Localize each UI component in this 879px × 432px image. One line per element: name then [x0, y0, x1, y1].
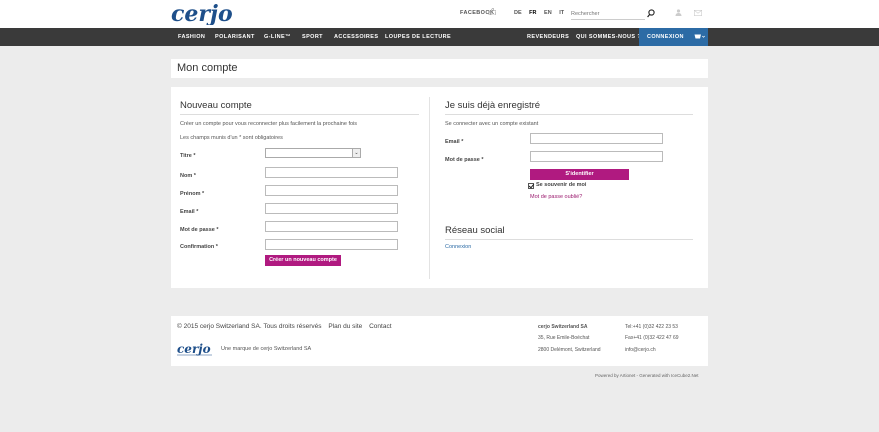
- basket-icon: [694, 34, 705, 39]
- search-icon[interactable]: [647, 9, 655, 18]
- password-label: Mot de passe *: [180, 227, 219, 233]
- svg-text:cerjo: cerjo: [171, 3, 233, 25]
- cart-button[interactable]: [690, 28, 708, 46]
- remember-label[interactable]: Se souvenir de moi: [536, 182, 586, 188]
- nom-field[interactable]: [265, 167, 398, 178]
- company-fax: Fax+41 (0)32 422 47 69: [625, 335, 679, 341]
- social-connexion-link[interactable]: Connexion: [445, 244, 471, 250]
- nav-g-line[interactable]: G-LINE™: [264, 28, 291, 46]
- password-field[interactable]: [265, 221, 398, 232]
- user-icon[interactable]: [675, 9, 682, 16]
- thumbs-up-icon[interactable]: [488, 8, 496, 15]
- register-rule: [180, 114, 419, 115]
- account-panel: Nouveau compte Créer un compte pour vous…: [171, 87, 708, 288]
- footer: © 2015 cerjo Switzerland SA. Tous droits…: [171, 316, 708, 366]
- contact-link[interactable]: Contact: [369, 323, 391, 330]
- confirm-label: Confirmation *: [180, 244, 218, 250]
- social-title: Réseau social: [445, 225, 505, 236]
- company-city: 2800 Delémont, Switzerland: [538, 347, 601, 353]
- nom-label: Nom *: [180, 173, 196, 179]
- login-rule: [445, 114, 693, 115]
- company-email-link[interactable]: info@cerjo.ch: [625, 347, 656, 353]
- required-note: Les champs munis d'un * sont obligatoire…: [180, 135, 283, 141]
- brand-line: Une marque de cerjo Switzerland SA: [221, 346, 312, 352]
- nav-sport[interactable]: SPORT: [302, 28, 323, 46]
- mail-icon[interactable]: [694, 10, 702, 16]
- nav-fashion[interactable]: FASHION: [178, 28, 205, 46]
- titre-label: Titre *: [180, 153, 196, 159]
- lang-fr[interactable]: FR: [529, 10, 536, 16]
- nav-revendeurs[interactable]: REVENDEURS: [527, 28, 569, 46]
- prenom-field[interactable]: [265, 185, 398, 196]
- confirm-field[interactable]: [265, 239, 398, 250]
- login-password-label: Mot de passe *: [445, 157, 484, 163]
- login-intro: Se connecter avec un compte existant: [445, 121, 539, 127]
- email-label: Email *: [180, 209, 199, 215]
- company-street: 35, Rue Emile-Boéchat: [538, 335, 590, 341]
- nav-loupes-de-lecture[interactable]: LOUPES DE LECTURE: [385, 28, 451, 46]
- remember-checkbox[interactable]: [528, 183, 534, 189]
- page-title-box: Mon compte: [171, 59, 708, 78]
- login-password-field[interactable]: [530, 151, 663, 162]
- main-nav: FASHION POLARISANT G-LINE™ SPORT ACCESSO…: [0, 28, 879, 46]
- company-name: cerjo Switzerland SA: [538, 324, 588, 330]
- prenom-label: Prénom *: [180, 191, 205, 197]
- search-input[interactable]: [571, 8, 645, 20]
- register-title: Nouveau compte: [180, 100, 252, 111]
- login-button[interactable]: S'identifier: [530, 169, 629, 180]
- nav-accessoires[interactable]: ACCESSOIRES: [334, 28, 378, 46]
- titre-select[interactable]: ⌄: [265, 148, 361, 158]
- top-bar: cerjo FACEBOOK DE FR EN IT: [0, 0, 879, 28]
- footer-links: © 2015 cerjo Switzerland SA. Tous droits…: [177, 323, 397, 330]
- nav-polarisant[interactable]: POLARISANT: [215, 28, 255, 46]
- sitemap-link[interactable]: Plan du site: [328, 323, 362, 330]
- column-divider: [429, 97, 430, 279]
- language-switcher: DE FR EN IT: [514, 10, 570, 16]
- login-title: Je suis déjà enregistré: [445, 100, 541, 111]
- copyright-text: © 2015 cerjo Switzerland SA. Tous droits…: [177, 323, 322, 330]
- lang-it[interactable]: IT: [559, 10, 564, 16]
- chevron-down-icon: ⌄: [352, 149, 360, 157]
- nav-connexion-button[interactable]: CONNEXION: [639, 28, 692, 46]
- email-field[interactable]: [265, 203, 398, 214]
- create-account-button[interactable]: Créer un nouveau compte: [265, 255, 341, 266]
- login-email-label: Email *: [445, 139, 464, 145]
- login-email-field[interactable]: [530, 133, 663, 144]
- svg-text:cerjo: cerjo: [177, 342, 211, 356]
- company-tel: Tel:+41 (0)32 422 23 53: [625, 324, 678, 330]
- footer-cerjo-logo: cerjo: [177, 342, 212, 356]
- page-title: Mon compte: [177, 62, 238, 74]
- cerjo-logo[interactable]: cerjo: [171, 3, 241, 25]
- social-rule: [445, 239, 693, 240]
- lang-en[interactable]: EN: [544, 10, 552, 16]
- nav-qui-sommes-nous[interactable]: QUI SOMMES-NOUS ?: [576, 28, 641, 46]
- powered-by[interactable]: Powered by Artionet - Generated with Ice…: [595, 373, 699, 378]
- register-intro: Créer un compte pour vous reconnecter pl…: [180, 121, 358, 127]
- lang-de[interactable]: DE: [514, 10, 522, 16]
- forgot-password-link[interactable]: Mot de passe oublié?: [530, 194, 582, 200]
